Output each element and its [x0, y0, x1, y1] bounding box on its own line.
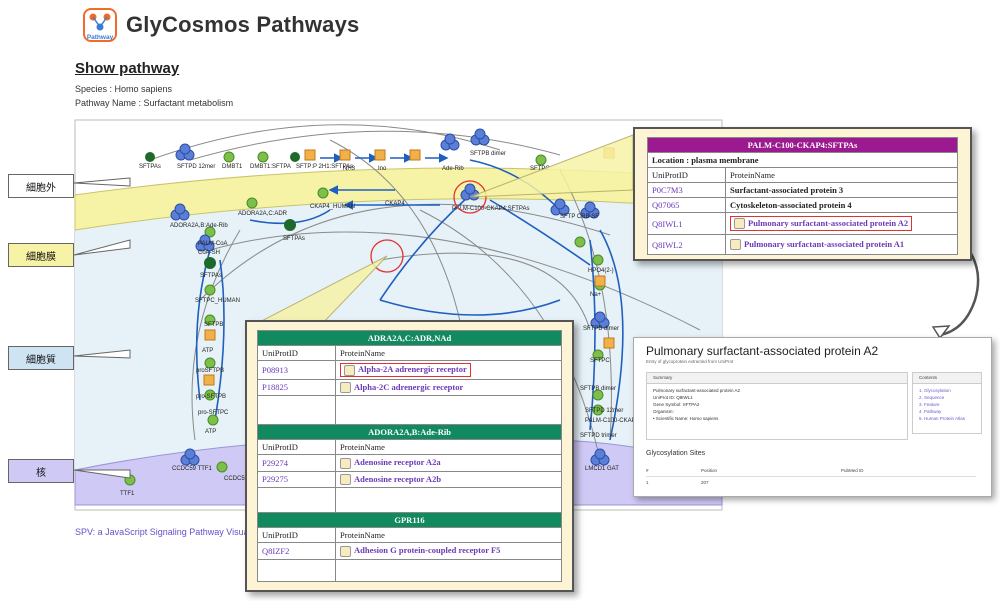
- table-row: P18825 Alpha-2C adrenergic receptor: [257, 378, 562, 397]
- protein-icon: [340, 382, 351, 394]
- legend-extracellular: 細胞外: [8, 174, 74, 198]
- svg-text:SFTPAs: SFTPAs: [200, 273, 222, 279]
- svg-text:SFTPD 12mer: SFTPD 12mer: [585, 408, 623, 414]
- svg-text:SFTPC_HUMAN: SFTPC_HUMAN: [195, 298, 240, 304]
- protein-icon: [734, 218, 745, 230]
- contents-link[interactable]: 2. Sequence: [919, 394, 975, 401]
- svg-text:pro-SFTPC: pro-SFTPC: [198, 410, 229, 416]
- node-ino: [374, 149, 386, 161]
- svg-text:proSFTPB: proSFTPB: [196, 368, 224, 374]
- svg-text:SFTP CRB SF: SFTP CRB SF: [560, 214, 599, 220]
- table-row: P0C7M3 Surfactant-associated protein 3: [647, 182, 958, 198]
- glycosylation-title: Glycosylation Sites: [646, 450, 706, 457]
- table-row: P29274 Adenosine receptor A2a: [257, 454, 562, 472]
- svg-text:ATP: ATP: [202, 348, 213, 354]
- protein-icon: [730, 239, 741, 251]
- table-row: Q07065 Cytoskeleton-associated protein 4: [647, 197, 958, 213]
- popup-adr: ADRA2A,C:ADR,NAd UniProtID ProteinName P0…: [245, 320, 574, 592]
- svg-text:SFTPB dimer: SFTPB dimer: [470, 151, 506, 157]
- svg-text:CCDC59 TTF1: CCDC59 TTF1: [172, 466, 213, 472]
- svg-text:ADORA2A,B:Ade-Rib: ADORA2A,B:Ade-Rib: [170, 223, 228, 229]
- svg-text:ATP: ATP: [205, 429, 216, 435]
- svg-text:pro-SFTPB: pro-SFTPB: [196, 394, 226, 400]
- table-row: Q8IZF2 Adhesion G protein-coupled recepto…: [257, 542, 562, 560]
- popup-adr-section-3: GPR116 UniProtID ProteinName Q8IZF2 Adhesi…: [257, 512, 562, 582]
- protein-detail-panel: Pulmonary surfactant-associated protein …: [633, 337, 992, 497]
- svg-text:CKAP4: CKAP4: [385, 201, 405, 207]
- svg-text:SFTPD trimer: SFTPD trimer: [580, 433, 617, 439]
- svg-text:Ino: Ino: [378, 166, 387, 172]
- legend-membrane: 細胞膜: [8, 243, 74, 267]
- table-row: Q8IWL2 Pulmonary surfactant-associated pr…: [647, 234, 958, 255]
- svg-text:TTF1: TTF1: [120, 491, 135, 497]
- svg-text:CoA-SH: CoA-SH: [198, 250, 220, 256]
- svg-text:PALM-CoA: PALM-CoA: [198, 241, 228, 247]
- highlight-box: Alpha-2A adrenergic receptor: [340, 363, 471, 377]
- popup-palm-table: PALM-C100-CKAP4:SFTPAs Location : plasma…: [647, 137, 958, 255]
- popup-adr-section-1: ADRA2A,C:ADR,NAd UniProtID ProteinName P0…: [257, 330, 562, 433]
- node-sftpas-top: [145, 152, 155, 162]
- svg-text:SFTPB dimer: SFTPB dimer: [580, 386, 616, 392]
- svg-text:SFTPD 12mer: SFTPD 12mer: [177, 164, 215, 170]
- glycosylation-table: # Position PubMed ID 1 207: [646, 468, 976, 485]
- summary-card: Summary Pulmonary surfactant-associated …: [646, 372, 908, 440]
- table-row: P08913 Alpha-2A adrenergic receptor: [257, 360, 562, 380]
- table-row: 1 207: [646, 480, 709, 485]
- svg-text:Ade-Rib: Ade-Rib: [442, 166, 464, 172]
- svg-text:ADORA2A,C:ADR: ADORA2A,C:ADR: [238, 211, 288, 217]
- contents-card: Contents 1. Glycosylation 2. Sequence 3.…: [912, 372, 982, 434]
- table-row: P29275 Adenosine receptor A2b: [257, 470, 562, 489]
- popup-palm-c100: PALM-C100-CKAP4:SFTPAs Location : plasma…: [633, 127, 972, 261]
- svg-text:SFTPAs: SFTPAs: [283, 236, 305, 242]
- highlight-box: Pulmonary surfactant-associated protein …: [730, 215, 913, 232]
- svg-text:Na+: Na+: [590, 292, 602, 298]
- contents-link[interactable]: 3. Feature: [919, 401, 975, 408]
- contents-link[interactable]: 4. Pathway: [919, 408, 975, 415]
- svg-text:SFTPB dimer: SFTPB dimer: [583, 326, 619, 332]
- label-sftpas: SFTPAs: [139, 164, 161, 170]
- protein-icon: [340, 457, 351, 469]
- table-row: Q8IWL1 Pulmonary surfactant-associated pr…: [647, 212, 958, 235]
- svg-text:SFTPB: SFTPB: [204, 322, 223, 328]
- svg-text:PALM-C100-CKAP4: PALM-C100-CKAP4: [585, 418, 640, 424]
- svg-text:HPO4(2-): HPO4(2-): [588, 268, 614, 274]
- popup-adr-section-2: ADORA2A,B:Ade-Rib UniProtID ProteinName P…: [257, 424, 562, 519]
- svg-text:LMCD1 GAT: LMCD1 GAT: [585, 466, 619, 472]
- popup-palm-location: Location : plasma membrane: [647, 152, 958, 168]
- svg-text:NH3: NH3: [343, 166, 356, 172]
- node-nh3: [339, 149, 351, 161]
- legend-cytoplasm: 細胞質: [8, 346, 74, 370]
- legend-nucleus: 核: [8, 459, 74, 483]
- protein-icon: [340, 474, 351, 486]
- svg-text:CKAP4_HUMAN: CKAP4_HUMAN: [310, 204, 355, 210]
- protein-detail-subtitle: Entry of glycoprotein extracted from Uni…: [646, 359, 734, 364]
- contents-link[interactable]: 5. Human Protein Atlas: [919, 415, 975, 422]
- protein-icon: [344, 364, 355, 376]
- protein-icon: [340, 545, 351, 557]
- popup-palm-title: PALM-C100-CKAP4:SFTPAs: [647, 137, 958, 153]
- spv-link[interactable]: SPV: a JavaScript Signaling Pathway Visu…: [75, 527, 253, 537]
- contents-link[interactable]: 1. Glycosylation: [919, 387, 975, 394]
- svg-text:DMBT1: DMBT1: [222, 164, 243, 170]
- svg-text:DMBT1:SFTPA: DMBT1:SFTPA: [250, 164, 291, 170]
- svg-text:SFTPC: SFTPC: [590, 358, 610, 364]
- protein-detail-title: Pulmonary surfactant-associated protein …: [646, 344, 879, 358]
